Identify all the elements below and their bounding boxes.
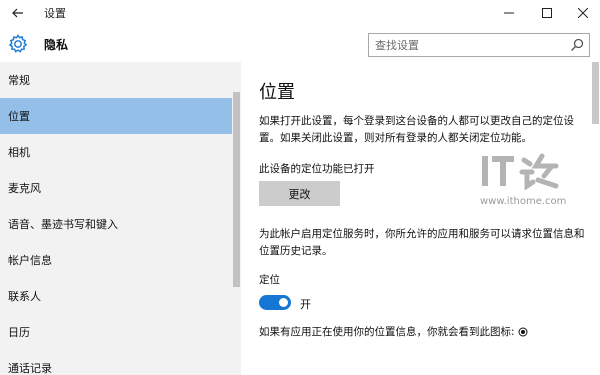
- sidebar-item-general[interactable]: 常规: [0, 62, 232, 98]
- close-icon: [578, 8, 588, 18]
- icon-hint-row: 如果有应用正在使用你的位置信息，你就会看到此图标:: [259, 324, 589, 341]
- toggle-knob: [279, 298, 288, 307]
- sidebar-item-speech-inking-typing[interactable]: 语音、墨迹书写和键入: [0, 206, 232, 242]
- sidebar-item-calendar[interactable]: 日历: [0, 314, 232, 350]
- maximize-icon: [542, 8, 552, 18]
- account-description: 为此帐户启用定位服务时，你所允许的应用和服务可以请求位置信息和位置历史记录。: [259, 228, 585, 257]
- minimize-icon: [504, 12, 514, 14]
- sidebar-item-label: 位置: [8, 110, 30, 123]
- intro-text: 如果打开此设置，每个登录到这台设备的人都可以更改自己的定位设置。如果关闭此设置，…: [259, 115, 574, 144]
- sidebar-item-label: 通话记录: [8, 362, 52, 375]
- title-bar: 设置: [0, 0, 600, 26]
- back-button[interactable]: [7, 2, 29, 24]
- sidebar-item-label: 联系人: [8, 290, 41, 303]
- sidebar-item-microphone[interactable]: 麦克风: [0, 170, 232, 206]
- sidebar-item-label: 常规: [8, 74, 30, 87]
- content-scrollbar-thumb[interactable]: [592, 62, 599, 124]
- search-box[interactable]: [368, 33, 590, 57]
- sidebar-item-camera[interactable]: 相机: [0, 134, 232, 170]
- section-title: 位置: [259, 82, 295, 103]
- ithome-watermark-logo: [482, 153, 559, 190]
- sidebar-item-label: 日历: [8, 326, 30, 339]
- sidebar-item-account-info[interactable]: 帐户信息: [0, 242, 232, 278]
- location-toggle[interactable]: [259, 295, 291, 310]
- sidebar-item-label: 相机: [8, 146, 30, 159]
- sidebar-item-label: 帐户信息: [8, 254, 52, 267]
- sidebar-item-location[interactable]: 位置: [0, 98, 232, 134]
- page-header: 隐私: [0, 26, 600, 62]
- watermark-url: www.ithome.com: [480, 196, 567, 207]
- search-icon[interactable]: [570, 38, 584, 52]
- window-title: 设置: [44, 7, 66, 20]
- location-label: 定位: [259, 274, 280, 286]
- gear-icon: [8, 34, 28, 53]
- maximize-button[interactable]: [530, 0, 564, 26]
- change-button[interactable]: 更改: [259, 181, 340, 206]
- sidebar-item-contacts[interactable]: 联系人: [0, 278, 232, 314]
- sidebar: 常规 位置 相机 麦克风 语音、墨迹书写和键入 帐户信息 联系人 日历 通话记录: [0, 62, 241, 375]
- sidebar-scrollbar-thumb[interactable]: [233, 92, 240, 287]
- location-in-use-icon: [518, 327, 528, 337]
- sidebar-item-label: 麦克风: [8, 182, 41, 195]
- back-arrow-icon: [12, 8, 23, 18]
- sidebar-item-label: 语音、墨迹书写和键入: [8, 218, 118, 231]
- search-input[interactable]: [369, 34, 565, 56]
- sidebar-item-call-history[interactable]: 通话记录: [0, 350, 232, 375]
- minimize-button[interactable]: [492, 0, 526, 26]
- close-button[interactable]: [566, 0, 600, 26]
- page-title: 隐私: [44, 38, 69, 52]
- toggle-state-label: 开: [300, 298, 311, 311]
- icon-hint-text: 如果有应用正在使用你的位置信息，你就会看到此图标:: [259, 326, 515, 338]
